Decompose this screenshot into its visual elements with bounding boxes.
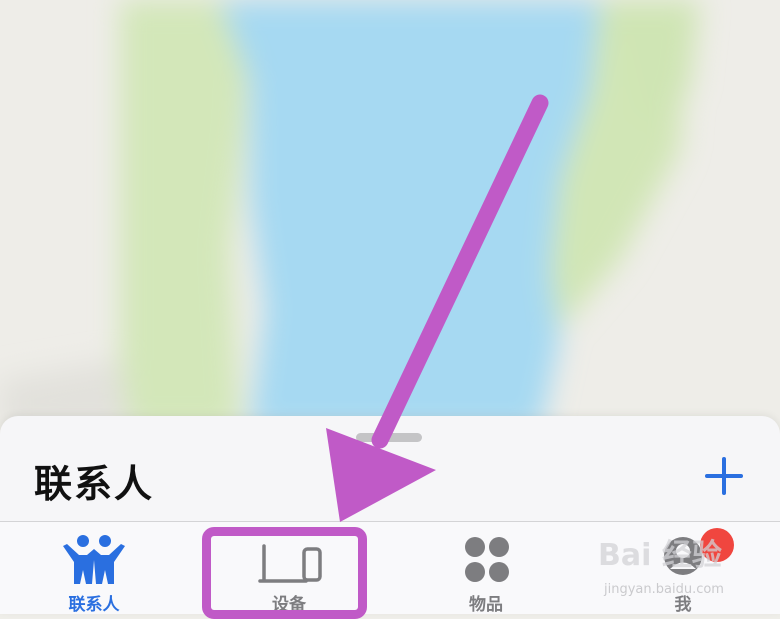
- tab-bar: 联系人 设备 物品 我: [0, 522, 780, 615]
- sheet-grabber[interactable]: [356, 433, 422, 442]
- tab-items[interactable]: 物品: [411, 522, 561, 615]
- map-view[interactable]: [0, 0, 780, 430]
- tab-me[interactable]: 我: [608, 522, 758, 615]
- items-icon: [411, 532, 561, 586]
- tab-devices-label: 设备: [272, 595, 306, 615]
- tab-people[interactable]: 联系人: [19, 522, 169, 615]
- plus-icon: [705, 457, 743, 495]
- add-contact-button[interactable]: [700, 452, 748, 500]
- devices-icon: [214, 532, 364, 586]
- tab-devices[interactable]: 设备: [214, 522, 364, 615]
- notification-badge: [700, 528, 734, 562]
- tab-me-label: 我: [674, 595, 692, 615]
- tab-items-label: 物品: [469, 595, 503, 615]
- me-icon: [608, 532, 758, 586]
- sheet-title: 联系人: [34, 462, 155, 506]
- tab-people-label: 联系人: [68, 595, 120, 615]
- people-icon: [19, 532, 169, 586]
